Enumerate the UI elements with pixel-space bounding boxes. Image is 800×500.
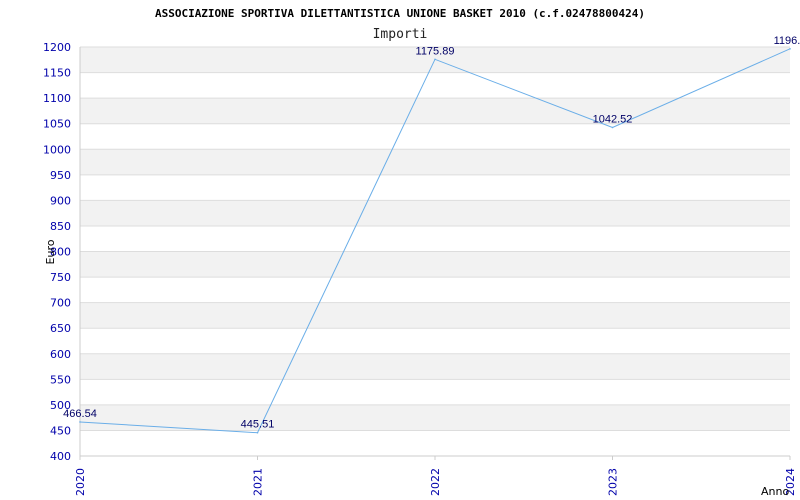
x-tick-marks — [79, 456, 791, 460]
data-label: 1042.52 — [593, 114, 633, 126]
x-tick-label: 2022 — [429, 468, 442, 496]
data-label: 1175.89 — [416, 45, 455, 57]
plot-band — [80, 200, 790, 226]
plot-band — [80, 98, 790, 124]
data-label: 466.54 — [63, 408, 97, 420]
x-tick-label: 2023 — [607, 468, 620, 496]
plot-band — [80, 353, 790, 380]
chart-subtitle: Importi — [373, 27, 428, 42]
y-tick-label: 600 — [50, 348, 71, 361]
y-tick-label: 1000 — [43, 143, 71, 156]
y-tick-label: 650 — [50, 322, 71, 335]
data-label: 1196.4 — [774, 35, 800, 47]
x-axis-label: Anno — [761, 485, 789, 498]
data-point — [611, 126, 614, 129]
data-point — [256, 431, 259, 434]
y-tick-label: 850 — [50, 220, 71, 233]
y-tick-label: 1100 — [43, 92, 71, 105]
y-tick-label: 750 — [50, 271, 71, 284]
data-point — [789, 48, 791, 50]
x-tick-labels: 2020 2021 2022 2023 2024 — [74, 468, 797, 496]
y-tick-label: 1200 — [43, 41, 71, 54]
y-tick-label: 450 — [50, 424, 71, 437]
x-tick-label: 2021 — [252, 468, 265, 496]
data-label: 445.51 — [241, 419, 275, 431]
plot-bands — [80, 47, 790, 431]
y-tick-label: 550 — [50, 373, 71, 386]
y-tick-label: 400 — [50, 450, 71, 463]
y-tick-label: 700 — [50, 297, 71, 310]
data-point — [79, 421, 81, 423]
x-tick-label: 2020 — [74, 468, 87, 496]
y-tick-label: 1150 — [43, 67, 71, 80]
plot-band — [80, 302, 790, 329]
chart-title: ASSOCIAZIONE SPORTIVA DILETTANTISTICA UN… — [155, 7, 645, 20]
y-tick-label: 950 — [50, 169, 71, 182]
y-axis-label: Euro — [44, 239, 57, 264]
data-point — [434, 58, 436, 61]
y-tick-label: 900 — [50, 194, 71, 207]
plot-band — [80, 251, 790, 278]
plot-band — [80, 149, 790, 175]
y-tick-label: 1050 — [43, 118, 71, 131]
plot-band — [80, 404, 790, 431]
line-chart: ASSOCIAZIONE SPORTIVA DILETTANTISTICA UN… — [43, 7, 800, 498]
